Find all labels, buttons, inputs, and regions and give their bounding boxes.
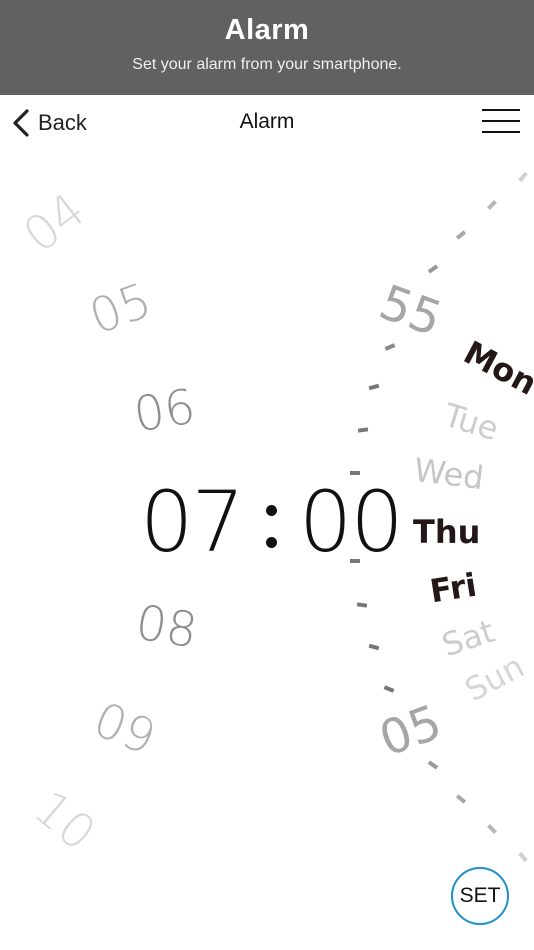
banner-subtitle: Set your alarm from your smartphone. xyxy=(132,56,402,73)
minute-tick xyxy=(455,230,467,240)
hour-option[interactable]: 09 xyxy=(86,692,164,767)
minute-tick xyxy=(350,471,360,475)
hour-option[interactable]: 10 xyxy=(23,780,106,862)
hour-option[interactable]: 08 xyxy=(132,595,201,660)
minute-tick xyxy=(427,760,439,770)
hour-option[interactable]: 05 xyxy=(82,272,159,346)
selected-time: 07 00 xyxy=(140,473,404,571)
minute-tick xyxy=(518,171,528,183)
day-saturday[interactable]: Sat xyxy=(437,612,499,664)
day-wednesday[interactable]: Wed xyxy=(412,451,486,497)
time-colon xyxy=(247,487,295,557)
minute-tick xyxy=(384,343,396,351)
minute-tick xyxy=(487,200,497,210)
selected-hour[interactable]: 07 xyxy=(140,473,245,571)
minute-option[interactable]: 55 xyxy=(372,274,449,348)
minute-tick xyxy=(350,559,360,563)
minute-tick xyxy=(487,824,497,834)
page-title: Alarm xyxy=(239,110,295,133)
hamburger-menu-icon[interactable] xyxy=(482,107,522,139)
minute-tick xyxy=(356,602,368,608)
hour-option[interactable]: 04 xyxy=(13,182,96,264)
minute-tick xyxy=(383,685,395,693)
minute-tick xyxy=(368,383,380,391)
day-tuesday[interactable]: Tue xyxy=(440,396,503,448)
app-banner: Alarm Set your alarm from your smartphon… xyxy=(0,0,534,95)
minute-tick xyxy=(357,427,369,433)
hour-option[interactable]: 06 xyxy=(130,379,199,444)
minute-tick xyxy=(455,794,467,804)
banner-title: Alarm xyxy=(224,14,310,46)
alarm-picker[interactable]: 04 05 06 08 09 10 07 00 55 05 Mon Tue We… xyxy=(0,153,534,950)
minute-option[interactable]: 05 xyxy=(372,694,449,768)
minute-tick xyxy=(368,643,380,651)
minute-tick xyxy=(518,851,528,863)
set-button[interactable]: SET xyxy=(451,867,509,925)
nav-bar: Back Alarm xyxy=(0,95,534,153)
day-thursday[interactable]: Thu xyxy=(413,513,480,551)
minute-tick xyxy=(427,264,439,274)
day-monday[interactable]: Mon xyxy=(458,333,534,403)
selected-minute[interactable]: 00 xyxy=(299,473,404,571)
day-friday[interactable]: Fri xyxy=(427,566,479,611)
